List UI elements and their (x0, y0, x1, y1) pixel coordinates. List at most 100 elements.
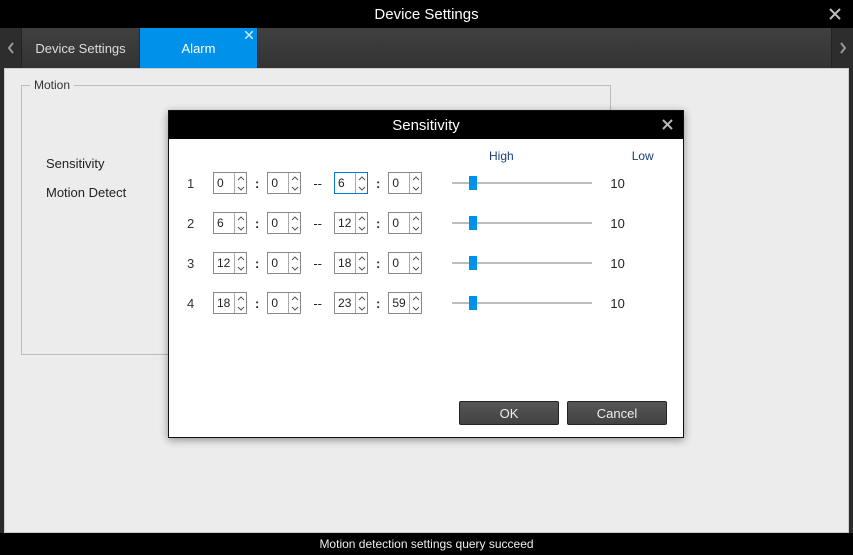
start-hour-stepper[interactable]: 6 (213, 212, 247, 234)
dialog-footer: OK Cancel (459, 401, 667, 425)
end-hour-stepper[interactable]: 6 (334, 172, 368, 194)
sensitivity-slider[interactable] (452, 214, 592, 232)
spinner-up[interactable] (356, 293, 367, 303)
menu-sensitivity[interactable]: Sensitivity (46, 156, 126, 171)
spinner-buttons (355, 173, 367, 193)
start-hour-stepper[interactable]: 12 (213, 252, 247, 274)
spinner-buttons (234, 213, 246, 233)
spinner-down[interactable] (356, 303, 367, 313)
tab-close-button[interactable] (245, 30, 253, 42)
end-minute-stepper[interactable]: 0 (388, 212, 422, 234)
spinner-up[interactable] (356, 173, 367, 183)
start-minute-stepper[interactable]: 0 (267, 212, 301, 234)
tab-scroll-left[interactable] (0, 28, 22, 68)
ok-button[interactable]: OK (459, 401, 559, 425)
spinner-value: 0 (268, 296, 288, 310)
chevron-down-icon (291, 266, 299, 271)
spinner-up[interactable] (289, 173, 300, 183)
spinner-down[interactable] (289, 183, 300, 193)
start-minute-stepper[interactable]: 0 (267, 252, 301, 274)
spinner-down[interactable] (289, 303, 300, 313)
label-low: Low (632, 149, 654, 163)
chevron-up-icon (291, 216, 299, 221)
chevron-down-icon (291, 226, 299, 231)
start-minute-stepper[interactable]: 0 (267, 292, 301, 314)
slider-thumb[interactable] (469, 296, 477, 310)
close-icon (661, 118, 674, 131)
tab-scroll-right[interactable] (831, 28, 853, 68)
time-colon: : (376, 296, 380, 311)
tab-device-settings[interactable]: Device Settings (22, 28, 140, 68)
start-minute-stepper[interactable]: 0 (267, 172, 301, 194)
spinner-value: 18 (335, 256, 355, 270)
spinner-up[interactable] (235, 213, 246, 223)
end-minute-stepper[interactable]: 0 (388, 252, 422, 274)
chevron-down-icon (291, 306, 299, 311)
end-hour-stepper[interactable]: 12 (334, 212, 368, 234)
spinner-down[interactable] (356, 183, 367, 193)
dialog-close-button[interactable] (657, 114, 677, 134)
sensitivity-value: 10 (610, 256, 638, 271)
spinner-up[interactable] (235, 253, 246, 263)
spinner-up[interactable] (289, 253, 300, 263)
spinner-up[interactable] (410, 293, 421, 303)
spinner-down[interactable] (235, 183, 246, 193)
chevron-down-icon (358, 306, 366, 311)
chevron-down-icon (237, 266, 245, 271)
spinner-up[interactable] (410, 173, 421, 183)
spinner-down[interactable] (235, 303, 246, 313)
spinner-down[interactable] (289, 263, 300, 273)
menu-motion-detect[interactable]: Motion Detect (46, 185, 126, 200)
chevron-down-icon (412, 266, 420, 271)
time-dash: -- (313, 296, 322, 311)
time-row-3: 312:0--18:010 (187, 243, 665, 283)
spinner-down[interactable] (410, 183, 421, 193)
chevron-down-icon (237, 226, 245, 231)
spinner-up[interactable] (356, 253, 367, 263)
time-colon: : (255, 296, 259, 311)
spinner-up[interactable] (289, 293, 300, 303)
spinner-down[interactable] (410, 223, 421, 233)
spinner-up[interactable] (410, 253, 421, 263)
end-hour-stepper[interactable]: 18 (334, 252, 368, 274)
end-minute-stepper[interactable]: 59 (388, 292, 422, 314)
start-hour-stepper[interactable]: 18 (213, 292, 247, 314)
spinner-down[interactable] (356, 223, 367, 233)
spinner-down[interactable] (410, 303, 421, 313)
end-hour-stepper[interactable]: 23 (334, 292, 368, 314)
spinner-up[interactable] (356, 213, 367, 223)
sensitivity-slider[interactable] (452, 254, 592, 272)
spinner-buttons (355, 293, 367, 313)
spinner-up[interactable] (235, 293, 246, 303)
slider-thumb[interactable] (469, 176, 477, 190)
start-hour-stepper[interactable]: 0 (213, 172, 247, 194)
spinner-buttons (288, 213, 300, 233)
chevron-down-icon (291, 186, 299, 191)
chevron-up-icon (358, 176, 366, 181)
slider-thumb[interactable] (469, 256, 477, 270)
spinner-down[interactable] (356, 263, 367, 273)
spinner-down[interactable] (410, 263, 421, 273)
spinner-down[interactable] (235, 223, 246, 233)
spinner-up[interactable] (410, 213, 421, 223)
window-close-button[interactable] (823, 2, 847, 26)
time-dash: -- (313, 216, 322, 231)
end-minute-stepper[interactable]: 0 (388, 172, 422, 194)
dialog-title: Sensitivity (392, 117, 460, 134)
chevron-up-icon (237, 176, 245, 181)
sensitivity-slider[interactable] (452, 174, 592, 192)
spinner-down[interactable] (235, 263, 246, 273)
spinner-value: 6 (214, 216, 234, 230)
chevron-down-icon (237, 306, 245, 311)
row-number: 1 (187, 176, 201, 191)
cancel-button[interactable]: Cancel (567, 401, 667, 425)
sensitivity-slider[interactable] (452, 294, 592, 312)
spinner-down[interactable] (289, 223, 300, 233)
spinner-buttons (234, 173, 246, 193)
tab-alarm[interactable]: Alarm (140, 28, 258, 68)
spinner-up[interactable] (235, 173, 246, 183)
spinner-value: 12 (214, 256, 234, 270)
slider-thumb[interactable] (469, 216, 477, 230)
spinner-up[interactable] (289, 213, 300, 223)
spinner-value: 0 (389, 216, 409, 230)
